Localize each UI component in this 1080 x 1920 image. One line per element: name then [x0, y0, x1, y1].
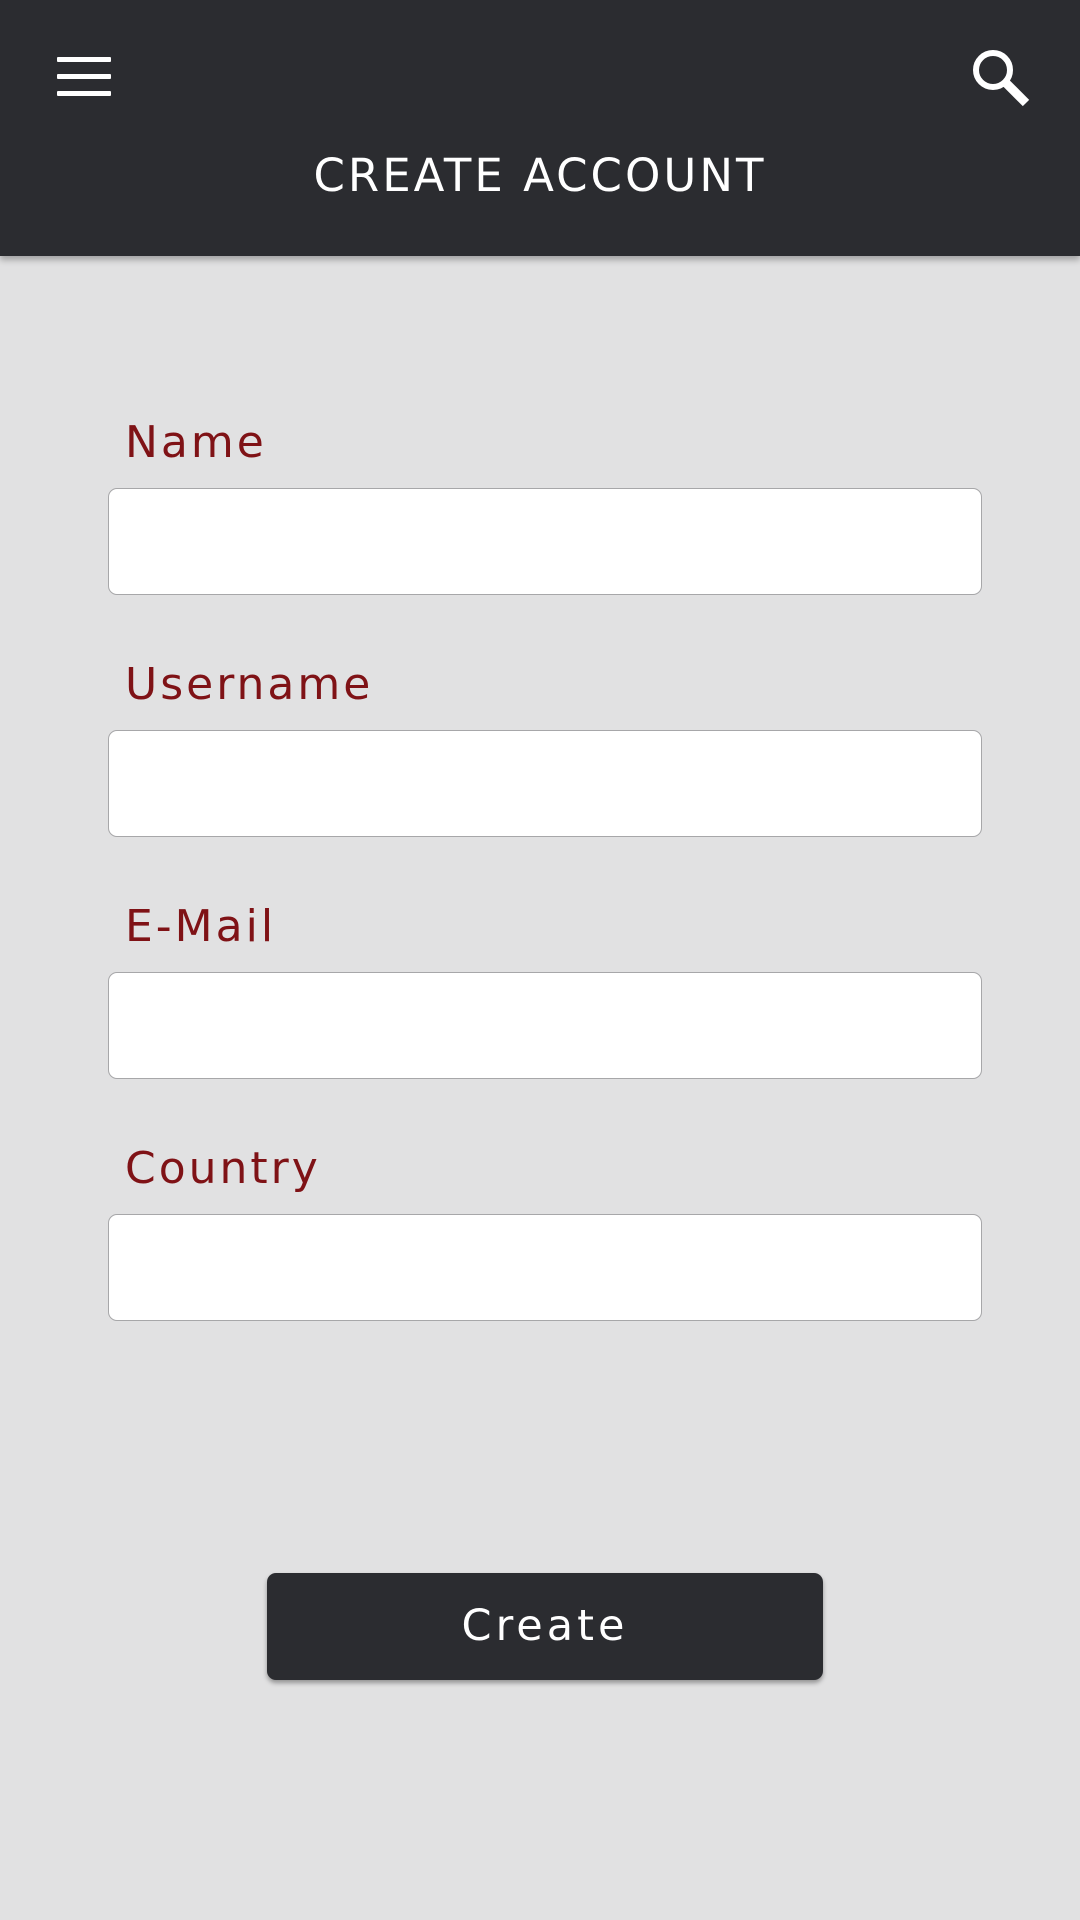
country-input[interactable] — [108, 1214, 982, 1321]
username-label: Username — [125, 659, 374, 710]
email-input[interactable] — [108, 972, 982, 1079]
email-label: E-Mail — [125, 901, 277, 952]
username-input[interactable] — [108, 730, 982, 837]
search-button[interactable] — [960, 38, 1040, 118]
page-title: CREATE ACCOUNT — [313, 149, 767, 202]
create-button[interactable]: Create — [267, 1573, 823, 1680]
name-input[interactable] — [108, 488, 982, 595]
country-label: Country — [125, 1143, 321, 1194]
name-label: Name — [125, 417, 267, 468]
search-icon — [973, 50, 1030, 107]
hamburger-menu-icon — [57, 57, 111, 62]
menu-button[interactable] — [44, 40, 124, 112]
app-bar: CREATE ACCOUNT — [0, 0, 1080, 256]
